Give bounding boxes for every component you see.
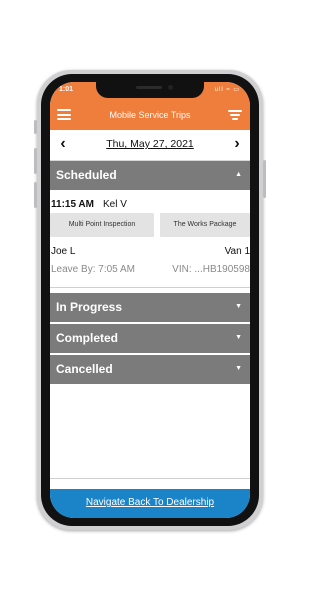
expand-caret-icon: ▼ [235,365,242,372]
expand-caret-icon: ▼ [235,303,242,310]
status-icons: ull ≈ ▭ [214,87,240,93]
section-label: Completed [56,331,119,345]
section-cancelled[interactable]: Cancelled ▼ [50,355,250,384]
customer-name: Joe L [51,246,76,257]
volume-up-button [34,148,37,174]
section-completed[interactable]: Completed ▼ [50,324,250,353]
section-scheduled[interactable]: Scheduled ▲ [50,161,250,190]
filter-icon[interactable] [228,110,242,121]
phone-screen: 1:01 ull ≈ ▭ Mobile Service Trips ‹ Thu,… [50,82,250,518]
package-chip[interactable]: The Works Package [160,213,250,237]
leave-by-time: Leave By: 7:05 AM [51,264,135,275]
status-time: 1:01 [59,86,74,93]
volume-down-button [34,182,37,208]
selected-date[interactable]: Thu, May 27, 2021 [50,138,250,150]
section-label: Scheduled [56,168,117,182]
navigate-back-link[interactable]: Navigate Back To Dealership [50,497,250,508]
section-in-progress[interactable]: In Progress ▼ [50,293,250,322]
expand-caret-icon: ▼ [235,334,242,341]
divider [50,478,250,479]
package-chip[interactable]: Multi Point Inspection [50,213,154,237]
next-day-button[interactable]: › [228,135,246,153]
app-title: Mobile Service Trips [109,110,191,120]
phone-notch [96,82,204,98]
navigate-back-bar[interactable]: Navigate Back To Dealership [50,489,250,518]
trip-advisor: Kel V [103,199,127,210]
divider [50,287,250,288]
mute-switch [34,120,37,134]
vehicle-vin: VIN: ...HB190598 [172,264,250,275]
date-navigation: ‹ Thu, May 27, 2021 › [50,130,250,161]
trip-time: 11:15 AM [51,199,94,210]
collapse-caret-icon: ▲ [235,171,242,178]
front-camera-icon [168,85,173,90]
section-label: Cancelled [56,362,113,376]
vehicle-name: Van 1 [224,246,250,257]
power-button [263,160,266,198]
section-label: In Progress [56,300,123,314]
speaker-grille [136,86,162,89]
